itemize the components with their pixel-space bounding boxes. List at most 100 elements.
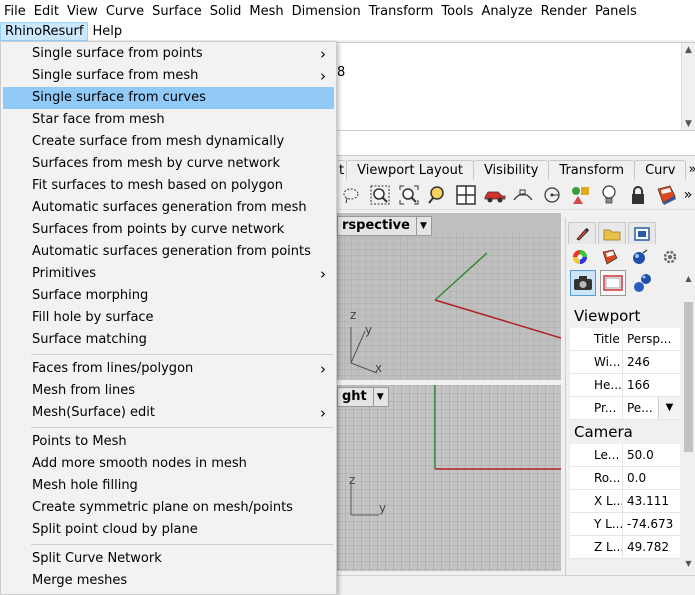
menu-item-star-face-from-mesh[interactable]: Star face from mesh	[3, 109, 334, 131]
menu-item-mesh-surface-edit[interactable]: Mesh(Surface) edit ›	[3, 402, 334, 424]
menu-item-surfaces-from-points-by-curve-network[interactable]: Surfaces from points by curve network	[3, 219, 334, 241]
menu-render[interactable]: Render	[537, 2, 591, 21]
menu-file[interactable]: File	[0, 2, 30, 21]
viewport-right[interactable]: ght ▼ z y	[337, 385, 561, 571]
zoom-extents-icon[interactable]	[395, 183, 422, 207]
menu-item-create-symmetric-plane-on-mesh-points[interactable]: Create symmetric plane on mesh/points	[3, 497, 334, 519]
display-tab-icon[interactable]	[628, 222, 656, 244]
viewport-title-right[interactable]: ght ▼	[337, 387, 389, 407]
menu-item-mesh-from-lines[interactable]: Mesh from lines	[3, 380, 334, 402]
property-value[interactable]: -74.673	[622, 513, 680, 535]
menu-edit[interactable]: Edit	[30, 2, 63, 21]
scroll-thumb[interactable]	[684, 302, 693, 452]
zoom-window-icon[interactable]	[367, 183, 394, 207]
settings-icon[interactable]	[658, 246, 682, 268]
menu-help[interactable]: Help	[88, 22, 126, 41]
axis-label-y: y	[365, 323, 373, 337]
property-key: Ro...	[594, 471, 621, 485]
menu-mesh[interactable]: Mesh	[245, 2, 287, 21]
lightbulb-icon[interactable]	[596, 183, 623, 207]
section-camera[interactable]: Camera	[570, 420, 680, 444]
menu-item-automatic-surfaces-generation-from-mesh[interactable]: Automatic surfaces generation from mesh	[3, 197, 334, 219]
four-viewports-icon[interactable]	[453, 183, 480, 207]
lock-icon[interactable]	[625, 183, 652, 207]
more-icon[interactable]: »	[682, 183, 694, 207]
tab-viewport-layout[interactable]: Viewport Layout	[346, 160, 474, 180]
spheres-icon[interactable]	[630, 270, 656, 296]
chevron-down-icon[interactable]: ▼	[415, 217, 427, 235]
menu-item-automatic-surfaces-generation-from-points[interactable]: Automatic surfaces generation from point…	[3, 241, 334, 263]
menu-item-fit-surfaces-to-mesh-based-on-polygon[interactable]: Fit surfaces to mesh based on polygon	[3, 175, 334, 197]
camera-icon[interactable]	[570, 270, 596, 296]
chevron-right-icon: ›	[320, 67, 326, 85]
menu-rhinoresurf[interactable]: RhinoResurf	[0, 21, 89, 41]
point-circle-icon[interactable]	[539, 183, 566, 207]
menu-item-primitives[interactable]: Primitives ›	[3, 263, 334, 285]
osnap-icon[interactable]	[510, 183, 537, 207]
menu-item-single-surface-from-curves[interactable]: Single surface from curves	[3, 87, 334, 109]
menu-item-surfaces-from-mesh-by-curve-network[interactable]: Surfaces from mesh by curve network	[3, 153, 334, 175]
menu-item-split-point-cloud-by-plane[interactable]: Split point cloud by plane	[3, 519, 334, 541]
menu-analyze[interactable]: Analyze	[477, 2, 536, 21]
menu-item-fill-hole-by-surface[interactable]: Fill hole by surface	[3, 307, 334, 329]
properties-tab-icon[interactable]	[568, 222, 596, 244]
material-icon[interactable]	[598, 246, 622, 268]
chevron-down-icon[interactable]: ▼	[658, 397, 680, 419]
car-render-icon[interactable]	[481, 183, 508, 207]
menu-tools[interactable]: Tools	[437, 2, 477, 21]
menu-curve[interactable]: Curve	[102, 2, 148, 21]
menu-item-add-more-smooth-nodes-in-mesh[interactable]: Add more smooth nodes in mesh	[3, 453, 334, 475]
viewport-frame-icon[interactable]	[600, 270, 626, 296]
menu-item-single-surface-from-mesh[interactable]: Single surface from mesh ›	[3, 65, 334, 87]
property-value[interactable]: 49.782	[622, 536, 680, 558]
command-input[interactable]	[337, 130, 695, 156]
menu-view[interactable]: View	[63, 2, 102, 21]
menu-item-surface-morphing[interactable]: Surface morphing	[3, 285, 334, 307]
viewport-perspective[interactable]: rspective ▼ z y x	[337, 213, 561, 380]
chevron-down-icon[interactable]: ▼	[372, 388, 384, 406]
zoom-target-icon[interactable]	[424, 183, 451, 207]
property-value[interactable]: 0.0	[622, 467, 680, 489]
property-value-text: 166	[627, 378, 650, 392]
menu-item-merge-meshes[interactable]: Merge meshes	[3, 570, 334, 592]
tab-transform[interactable]: Transform	[548, 160, 636, 180]
property-value[interactable]: 43.111	[622, 490, 680, 512]
scroll-up-icon[interactable]: ▲	[682, 43, 695, 57]
lasso-select-icon[interactable]	[338, 183, 365, 207]
menu-item-faces-from-lines-polygon[interactable]: Faces from lines/polygon ›	[3, 358, 334, 380]
scroll-down-icon[interactable]: ▼	[682, 117, 695, 131]
property-value[interactable]: Persp...	[622, 328, 680, 350]
menu-transform[interactable]: Transform	[365, 2, 438, 21]
property-value[interactable]: Pe... ▼	[622, 397, 680, 419]
menu-item-label: Split point cloud by plane	[32, 522, 198, 537]
layers-tab-icon[interactable]	[598, 222, 626, 244]
section-viewport[interactable]: Viewport	[570, 304, 680, 328]
color-wheel-icon[interactable]	[568, 246, 592, 268]
menu-item-surface-matching[interactable]: Surface matching	[3, 329, 334, 351]
sphere-icon[interactable]	[628, 246, 652, 268]
viewport-label-text: ght	[342, 389, 367, 404]
material-icon[interactable]	[653, 183, 680, 207]
shapes-icon[interactable]	[567, 183, 594, 207]
menu-panels[interactable]: Panels	[591, 2, 641, 21]
menu-item-label: Create symmetric plane on mesh/points	[32, 500, 293, 515]
menu-item-split-curve-network[interactable]: Split Curve Network	[3, 548, 334, 570]
menu-dimension[interactable]: Dimension	[288, 2, 365, 21]
menu-item-create-surface-from-mesh-dynamically[interactable]: Create surface from mesh dynamically	[3, 131, 334, 153]
command-history-scrollbar[interactable]: ▲ ▼	[681, 43, 695, 131]
tabs-more-icon[interactable]: »	[685, 160, 695, 180]
scroll-up-icon[interactable]: ▲	[682, 274, 695, 283]
properties-scrollbar[interactable]: ▲ ▼	[682, 274, 695, 574]
menu-solid[interactable]: Solid	[206, 2, 246, 21]
menu-item-single-surface-from-points[interactable]: Single surface from points ›	[3, 43, 334, 65]
scroll-down-icon[interactable]: ▼	[682, 559, 695, 568]
menu-surface[interactable]: Surface	[148, 2, 206, 21]
property-value[interactable]: 246	[622, 351, 680, 373]
property-value[interactable]: 166	[622, 374, 680, 396]
property-value[interactable]: 50.0	[622, 444, 680, 466]
viewport-title-perspective[interactable]: rspective ▼	[337, 216, 432, 236]
tab-curv[interactable]: Curv	[634, 160, 687, 180]
tab-visibility[interactable]: Visibility	[472, 160, 550, 180]
menu-item-points-to-mesh[interactable]: Points to Mesh	[3, 431, 334, 453]
menu-item-mesh-hole-filling[interactable]: Mesh hole filling	[3, 475, 334, 497]
